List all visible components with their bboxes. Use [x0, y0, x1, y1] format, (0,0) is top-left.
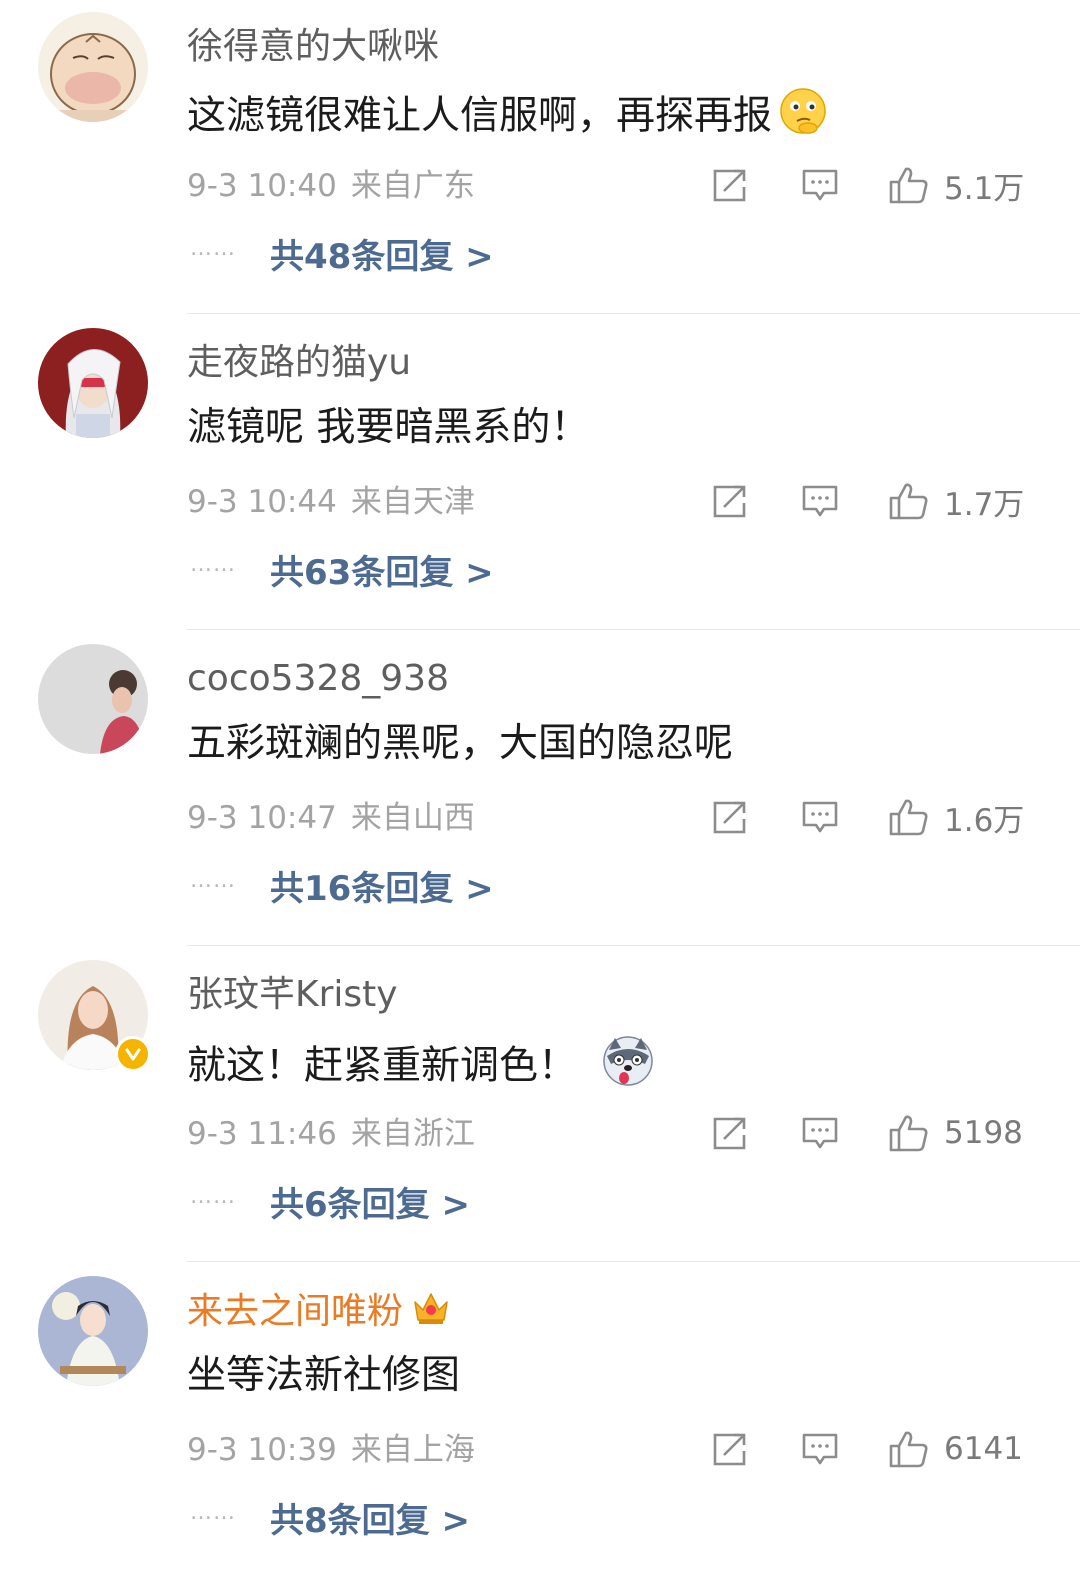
avatar-illustrated-lady-icon	[38, 1276, 148, 1386]
reply-button[interactable]	[800, 162, 840, 208]
comment-text: 滤镜呢 我要暗黑系的！	[187, 405, 590, 450]
share-icon	[713, 1433, 746, 1466]
share-icon	[713, 1117, 746, 1150]
location: 来自天津	[350, 484, 475, 520]
comment-text: 就这！赶紧重新调色！	[187, 1034, 655, 1102]
username[interactable]: 来去之间唯粉	[187, 1288, 451, 1338]
comment-item: 徐得意的大啾咪 这滤镜很难让人信服啊，再探再报 9-3 10:40 来自广东 5…	[0, 0, 1080, 316]
thumbs-up-icon	[889, 1431, 928, 1468]
like-count: 5198	[944, 1115, 1023, 1151]
avatar-photo-icon	[38, 644, 148, 754]
avatar[interactable]	[38, 12, 148, 122]
verified-badge-icon	[115, 1036, 151, 1072]
reply-button[interactable]	[800, 478, 840, 524]
divider	[187, 313, 1080, 314]
share-icon	[713, 169, 746, 202]
thumbs-up-icon	[889, 1115, 928, 1152]
like-count: 5.1万	[944, 170, 1025, 207]
comment-icon	[802, 801, 838, 833]
avatar-cartoon-face-icon	[38, 12, 148, 122]
like-button[interactable]: 1.7万	[888, 478, 1024, 524]
location: 来自广东	[350, 168, 475, 204]
comment-icon	[802, 1117, 838, 1149]
avatar-illustrated-girl-icon	[38, 328, 148, 438]
comment-text: 五彩斑斓的黑呢，大国的隐忍呢	[187, 721, 734, 766]
comment-item: 走夜路的猫yu 滤镜呢 我要暗黑系的！ 9-3 10:44 来自天津 1.7万 ……	[0, 316, 1080, 632]
avatar[interactable]	[38, 644, 148, 754]
share-button[interactable]	[710, 162, 750, 208]
username[interactable]: 徐得意的大啾咪	[187, 24, 439, 70]
divider	[187, 945, 1080, 946]
like-button[interactable]: 5.1万	[888, 162, 1024, 208]
reply-button[interactable]	[800, 1110, 840, 1156]
share-icon	[713, 801, 746, 834]
timestamp: 9-3 10:47	[187, 800, 337, 836]
comment-item: 张玟芊Kristy 就这！赶紧重新调色！ 9-3 11:46 来自浙江 5198…	[0, 948, 1080, 1264]
comment-text: 坐等法新社修图	[187, 1353, 461, 1398]
fan-crown-icon	[411, 1288, 451, 1338]
comment-icon	[802, 485, 838, 517]
timestamp: 9-3 11:46	[187, 1116, 337, 1152]
comment-item: coco5328_938 五彩斑斓的黑呢，大国的隐忍呢 9-3 10:47 来自山…	[0, 632, 1080, 948]
thumbs-up-icon	[889, 167, 928, 204]
timestamp: 9-3 10:44	[187, 484, 337, 520]
comment-text: 这滤镜很难让人信服啊，再探再报	[187, 86, 828, 150]
view-replies-link[interactable]: 共48条回复 >	[270, 232, 494, 282]
comment-meta: 9-3 10:44 来自天津	[187, 480, 475, 524]
thinking-emoji-icon	[778, 86, 828, 150]
divider	[187, 629, 1080, 630]
like-count: 1.7万	[944, 486, 1025, 523]
view-replies-link[interactable]: 共6条回复 >	[270, 1180, 470, 1230]
like-button[interactable]: 5198	[888, 1110, 1023, 1156]
thumbs-up-icon	[889, 483, 928, 520]
share-icon	[713, 485, 746, 518]
ellipsis-icon: ……	[190, 236, 236, 261]
comment-icon	[802, 169, 838, 201]
comment-list: 徐得意的大啾咪 这滤镜很难让人信服啊，再探再报 9-3 10:40 来自广东 5…	[0, 0, 1080, 1580]
comment-item: 来去之间唯粉 坐等法新社修图 9-3 10:39 来自上海 6141 …… 共8…	[0, 1264, 1080, 1580]
comment-text-content: 这滤镜很难让人信服啊，再探再报	[187, 93, 773, 139]
like-count: 6141	[944, 1431, 1023, 1467]
username[interactable]: 张玟芊Kristy	[187, 972, 398, 1018]
ellipsis-icon: ……	[190, 868, 236, 893]
comment-meta: 9-3 10:40 来自广东	[187, 164, 475, 208]
view-replies-link[interactable]: 共16条回复 >	[270, 864, 494, 914]
location: 来自浙江	[350, 1116, 475, 1152]
location: 来自上海	[350, 1432, 475, 1468]
comment-icon	[802, 1433, 838, 1465]
like-count: 1.6万	[944, 802, 1025, 839]
comment-meta: 9-3 10:47 来自山西	[187, 796, 475, 840]
share-button[interactable]	[710, 1110, 750, 1156]
share-button[interactable]	[710, 478, 750, 524]
share-button[interactable]	[710, 794, 750, 840]
divider	[187, 1261, 1080, 1262]
view-replies-link[interactable]: 共8条回复 >	[270, 1496, 470, 1546]
reply-button[interactable]	[800, 1426, 840, 1472]
username-text: 来去之间唯粉	[187, 1291, 404, 1332]
like-button[interactable]: 1.6万	[888, 794, 1024, 840]
comment-meta: 9-3 11:46 来自浙江	[187, 1112, 475, 1156]
avatar[interactable]	[38, 328, 148, 438]
avatar[interactable]	[38, 1276, 148, 1386]
ellipsis-icon: ……	[190, 1500, 236, 1525]
share-button[interactable]	[710, 1426, 750, 1472]
timestamp: 9-3 10:40	[187, 168, 337, 204]
ellipsis-icon: ……	[190, 1184, 236, 1209]
reply-button[interactable]	[800, 794, 840, 840]
comment-text-content: 就这！赶紧重新调色！	[187, 1043, 578, 1089]
username[interactable]: coco5328_938	[187, 656, 449, 702]
username[interactable]: 走夜路的猫yu	[187, 340, 411, 386]
husky-emoji-icon	[601, 1034, 655, 1102]
comment-meta: 9-3 10:39 来自上海	[187, 1428, 475, 1472]
like-button[interactable]: 6141	[888, 1426, 1023, 1472]
location: 来自山西	[350, 800, 475, 836]
thumbs-up-icon	[889, 799, 928, 836]
view-replies-link[interactable]: 共63条回复 >	[270, 548, 494, 598]
ellipsis-icon: ……	[190, 552, 236, 577]
timestamp: 9-3 10:39	[187, 1432, 337, 1468]
